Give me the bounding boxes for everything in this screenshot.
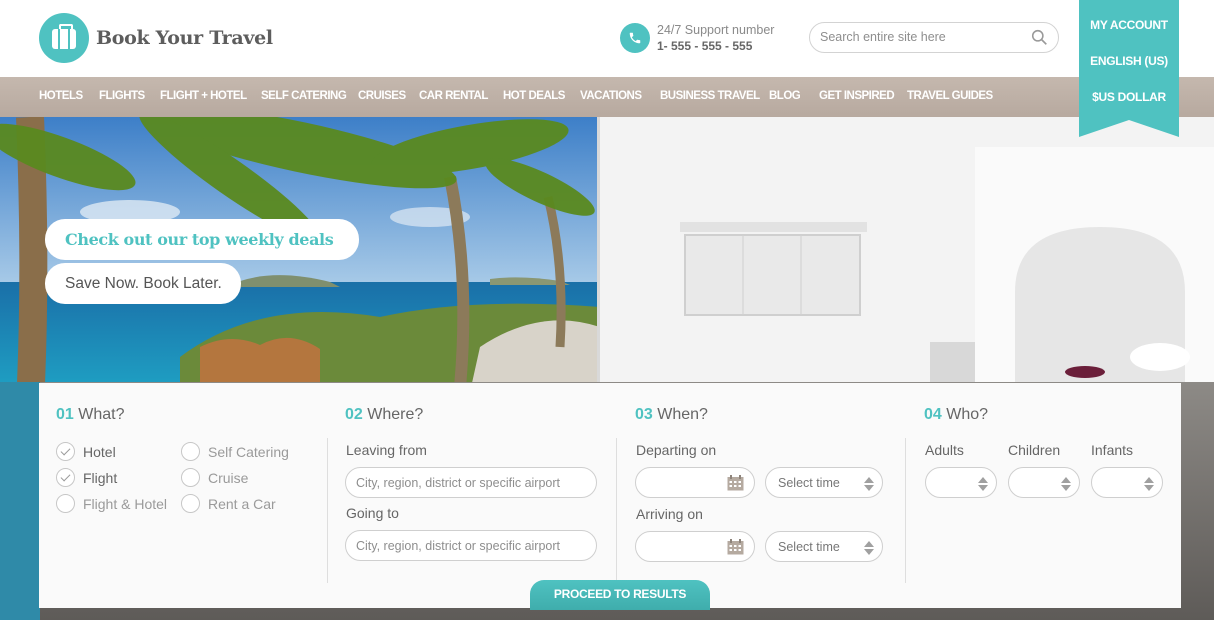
nav-get-inspired[interactable]: GET INSPIRED — [819, 90, 895, 102]
account-ribbon: MY ACCOUNT ENGLISH (US) $US DOLLAR — [1079, 0, 1179, 137]
checkbox-icon[interactable] — [181, 468, 200, 487]
children-stepper[interactable] — [1008, 467, 1080, 498]
site-header: Book Your Travel 24/7 Support number 1- … — [0, 0, 1214, 77]
going-to-input[interactable] — [356, 539, 576, 553]
column-divider — [616, 438, 617, 583]
booking-search-panel: 01 What? Hotel Flight Flight & Hotel Sel… — [39, 383, 1181, 610]
updown-arrow-icon — [864, 477, 874, 491]
departing-time-select[interactable]: Select time — [765, 467, 883, 498]
support-number[interactable]: 1- 555 - 555 - 555 — [657, 38, 774, 54]
checkbox-icon[interactable] — [56, 494, 75, 513]
my-account-link[interactable]: MY ACCOUNT — [1079, 18, 1179, 32]
infants-stepper[interactable] — [1091, 467, 1163, 498]
departing-on-label: Departing on — [636, 442, 717, 458]
nav-vacations[interactable]: VACATIONS — [580, 90, 642, 102]
arriving-time-select[interactable]: Select time — [765, 531, 883, 562]
option-flight-hotel[interactable]: Flight & Hotel — [56, 494, 167, 513]
nav-hotels[interactable]: HOTELS — [39, 90, 83, 102]
nav-hot-deals[interactable]: HOT DEALS — [503, 90, 565, 102]
step-where-title: 02 Where? — [345, 406, 424, 423]
going-to-field — [345, 530, 597, 561]
step-what-title: 01 What? — [56, 406, 125, 423]
hero-headline[interactable]: Check out our top weekly deals — [45, 219, 359, 260]
arriving-on-label: Arriving on — [636, 506, 703, 522]
suitcase-icon — [39, 13, 89, 63]
leaving-from-input[interactable] — [356, 476, 576, 490]
checkbox-icon[interactable] — [56, 442, 75, 461]
nav-flight-hotel[interactable]: FLIGHT + HOTEL — [160, 90, 247, 102]
option-flight[interactable]: Flight — [56, 468, 117, 487]
checkbox-icon[interactable] — [56, 468, 75, 487]
step-when-title: 03 When? — [635, 406, 708, 423]
nav-self-catering[interactable]: SELF CATERING — [261, 90, 347, 102]
updown-arrow-icon — [978, 477, 988, 491]
leaving-from-field — [345, 467, 597, 498]
arriving-date-input[interactable] — [635, 531, 755, 562]
search-icon[interactable] — [1031, 29, 1048, 46]
language-selector[interactable]: ENGLISH (US) — [1079, 54, 1179, 68]
calendar-icon[interactable] — [727, 475, 744, 491]
nav-blog[interactable]: BLOG — [769, 90, 801, 102]
option-rent-a-car[interactable]: Rent a Car — [181, 494, 276, 513]
nav-car-rental[interactable]: CAR RENTAL — [419, 90, 488, 102]
leaving-from-label: Leaving from — [346, 442, 427, 458]
currency-selector[interactable]: $US DOLLAR — [1079, 90, 1179, 104]
option-cruise[interactable]: Cruise — [181, 468, 248, 487]
updown-arrow-icon — [1061, 477, 1071, 491]
option-hotel[interactable]: Hotel — [56, 442, 116, 461]
going-to-label: Going to — [346, 505, 399, 521]
departing-time-value: Select time — [778, 476, 840, 490]
adults-stepper[interactable] — [925, 467, 997, 498]
updown-arrow-icon — [1144, 477, 1154, 491]
brand-name: Book Your Travel — [96, 27, 273, 49]
checkbox-icon[interactable] — [181, 494, 200, 513]
column-divider — [905, 438, 906, 583]
site-search — [809, 22, 1059, 53]
adults-label: Adults — [925, 442, 964, 458]
support-label: 24/7 Support number — [657, 23, 775, 37]
updown-arrow-icon — [864, 541, 874, 555]
departing-date-input[interactable] — [635, 467, 755, 498]
hero-tagline: Save Now. Book Later. — [45, 263, 241, 304]
search-input[interactable] — [820, 30, 1025, 44]
option-self-catering[interactable]: Self Catering — [181, 442, 289, 461]
phone-icon — [620, 23, 650, 53]
nav-business-travel[interactable]: BUSINESS TRAVEL — [660, 90, 760, 102]
main-nav: HOTELS FLIGHTS FLIGHT + HOTEL SELF CATER… — [0, 77, 1214, 117]
checkbox-icon[interactable] — [181, 442, 200, 461]
step-who-title: 04 Who? — [924, 406, 989, 423]
children-label: Children — [1008, 442, 1061, 458]
arriving-time-value: Select time — [778, 540, 840, 554]
infants-label: Infants — [1091, 442, 1134, 458]
nav-cruises[interactable]: CRUISES — [358, 90, 406, 102]
column-divider — [327, 438, 328, 583]
nav-flights[interactable]: FLIGHTS — [99, 90, 145, 102]
calendar-icon[interactable] — [727, 539, 744, 555]
site-logo[interactable]: Book Your Travel — [39, 13, 273, 63]
proceed-to-results-button[interactable]: PROCEED TO RESULTS — [530, 580, 710, 610]
support-info: 24/7 Support number 1- 555 - 555 - 555 — [620, 22, 774, 54]
nav-travel-guides[interactable]: TRAVEL GUIDES — [907, 90, 993, 102]
